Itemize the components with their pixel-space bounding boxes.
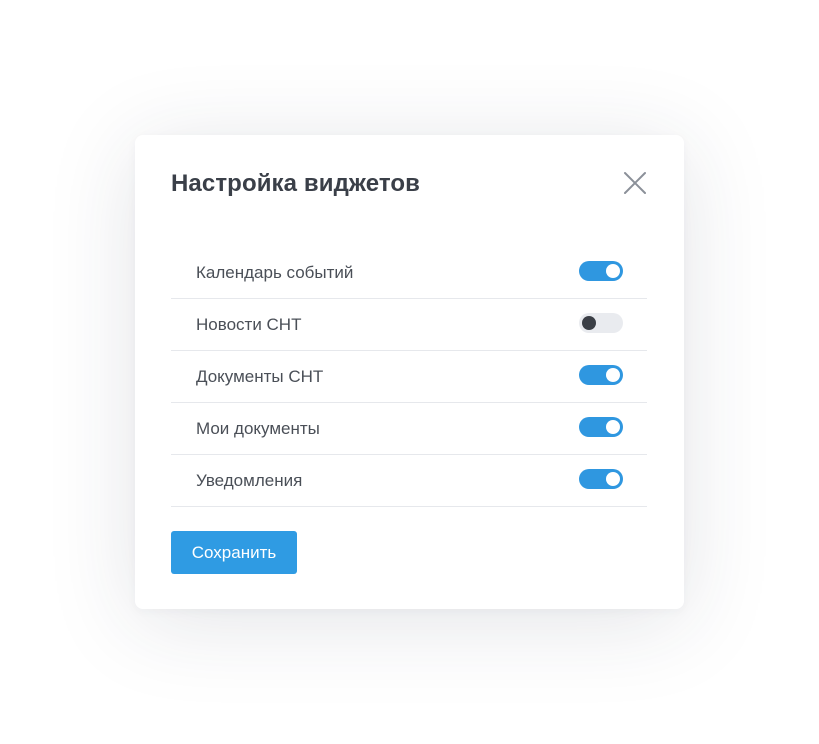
toggle-knob [582, 316, 596, 330]
widget-label: Мои документы [196, 419, 320, 438]
widget-label: Календарь событий [196, 263, 354, 282]
widget-label: Уведомления [196, 471, 303, 490]
toggle-my-documents[interactable] [579, 417, 623, 437]
widget-row-news: Новости СНТ [171, 299, 647, 351]
widget-settings-dialog: Настройка виджетов Календарь событий Нов… [135, 135, 684, 609]
toggle-knob [606, 264, 620, 278]
toggle-knob [606, 420, 620, 434]
toggle-knob [606, 368, 620, 382]
widget-row-snt-documents: Документы СНТ [171, 351, 647, 403]
dialog-title: Настройка виджетов [171, 170, 421, 197]
toggle-snt-documents[interactable] [579, 365, 623, 385]
close-icon-glyph [624, 172, 646, 194]
widget-list: Календарь событий Новости СНТ Документы … [171, 247, 647, 507]
toggle-knob [606, 472, 620, 486]
widget-row-my-documents: Мои документы [171, 403, 647, 455]
widget-row-calendar: Календарь событий [171, 247, 647, 299]
page-background: Настройка виджетов Календарь событий Нов… [0, 0, 819, 744]
toggle-calendar[interactable] [579, 261, 623, 281]
widget-row-notifications: Уведомления [171, 455, 647, 507]
close-icon[interactable] [619, 167, 651, 199]
toggle-news[interactable] [579, 313, 623, 333]
save-button[interactable]: Сохранить [171, 531, 297, 574]
widget-label: Документы СНТ [196, 367, 324, 386]
widget-label: Новости СНТ [196, 315, 302, 334]
toggle-notifications[interactable] [579, 469, 623, 489]
